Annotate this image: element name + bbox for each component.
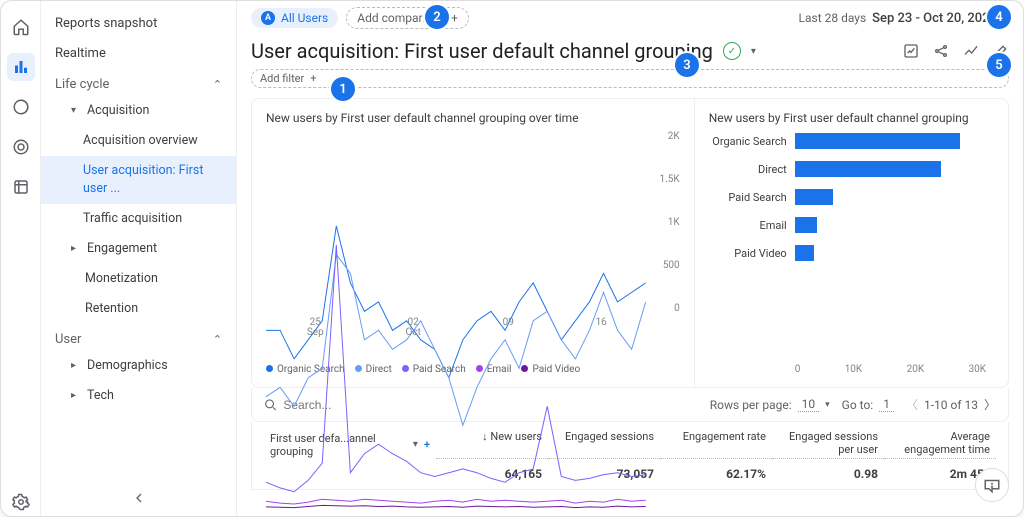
goto-value[interactable]: 1 bbox=[879, 397, 894, 412]
sidebar-demographics[interactable]: ▸ Demographics bbox=[41, 351, 236, 381]
sidebar-user-acquisition[interactable]: User acquisition: First user ... bbox=[41, 156, 236, 204]
sidebar-realtime[interactable]: Realtime bbox=[41, 39, 236, 69]
insights-icon[interactable] bbox=[903, 43, 919, 59]
add-comparison-button[interactable]: Add comparison + bbox=[346, 7, 469, 29]
bar-label: Paid Search bbox=[709, 191, 787, 204]
sidebar-retention[interactable]: Retention bbox=[41, 294, 236, 324]
reports-icon[interactable] bbox=[7, 53, 35, 81]
sidebar-item-label: Acquisition bbox=[87, 102, 149, 120]
x-axis-ticks: 25Sep 02Oct 09 16 bbox=[266, 318, 648, 338]
sidebar-acquisition[interactable]: ▾ Acquisition bbox=[41, 96, 236, 126]
chevron-left-icon[interactable]: 〈 bbox=[906, 396, 918, 413]
col-sessions-per-user[interactable]: Engaged sessions per user bbox=[772, 430, 884, 459]
sidebar-monetization[interactable]: Monetization bbox=[41, 264, 236, 294]
sidebar-item-label: Demographics bbox=[87, 357, 168, 375]
chevron-up-icon: ⌃ bbox=[213, 333, 222, 346]
sidebar-traffic-acq[interactable]: Traffic acquisition bbox=[41, 204, 236, 234]
cell-engagement-rate: 62.17% bbox=[660, 467, 772, 481]
main-content: A All Users Add comparison + Last 28 day… bbox=[237, 1, 1023, 516]
bar-chart-plot: Organic Search Direct Paid Search Email Paid… bbox=[709, 133, 994, 362]
bar-row: Paid Video bbox=[709, 245, 986, 261]
bar-label: Direct bbox=[709, 163, 787, 176]
library-icon[interactable] bbox=[7, 173, 35, 201]
chevron-down-icon: ▾ bbox=[825, 400, 830, 410]
bar-label: Email bbox=[709, 219, 787, 232]
bar-label: Paid Video bbox=[709, 247, 787, 260]
caret-right-icon: ▸ bbox=[71, 387, 83, 405]
callout-3: 3 bbox=[675, 53, 699, 77]
sidebar-reports-snapshot[interactable]: Reports snapshot bbox=[41, 9, 236, 39]
callout-2: 2 bbox=[425, 5, 449, 29]
chevron-right-icon[interactable]: 〉 bbox=[984, 396, 996, 413]
bar-x-axis: 0 10K 20K 30K bbox=[795, 364, 994, 375]
sidebar-section-user[interactable]: User ⌃ bbox=[41, 324, 236, 351]
add-filter-button[interactable]: Add filter + bbox=[251, 69, 1009, 88]
sidebar-acq-overview[interactable]: Acquisition overview bbox=[41, 126, 236, 156]
segment-badge-icon: A bbox=[261, 11, 275, 25]
share-icon[interactable] bbox=[933, 43, 949, 59]
date-range-picker[interactable]: Last 28 days Sep 23 - Oct 20, 2022 ▾ bbox=[799, 11, 1009, 26]
callout-1: 1 bbox=[331, 77, 355, 101]
rows-per-page-value[interactable]: 10 bbox=[798, 397, 820, 412]
bar-chart-card: New users by First user default channel … bbox=[695, 99, 1008, 387]
explore-icon[interactable] bbox=[7, 93, 35, 121]
plus-icon: + bbox=[310, 72, 316, 85]
callout-5: 5 bbox=[987, 53, 1011, 77]
bar-row: Organic Search bbox=[709, 133, 986, 149]
segment-all-users[interactable]: A All Users bbox=[251, 8, 338, 28]
chart-title: New users by First user default channel … bbox=[709, 111, 994, 125]
rows-per-page-label: Rows per page: bbox=[710, 398, 792, 412]
plus-icon: + bbox=[451, 11, 458, 25]
trend-icon[interactable] bbox=[963, 43, 979, 59]
bar-row: Direct bbox=[709, 161, 986, 177]
col-avg-time[interactable]: Average engagement time bbox=[884, 430, 996, 459]
callout-4: 4 bbox=[987, 5, 1011, 29]
sidebar-engagement[interactable]: ▸ Engagement bbox=[41, 234, 236, 264]
caret-right-icon: ▸ bbox=[71, 357, 83, 375]
bar-row: Paid Search bbox=[709, 189, 986, 205]
segment-label: All Users bbox=[281, 11, 328, 25]
sidebar-item-label: Engagement bbox=[87, 240, 157, 258]
page-title: User acquisition: First user default cha… bbox=[251, 39, 713, 63]
chevron-up-icon: ⌃ bbox=[213, 78, 222, 91]
home-icon[interactable] bbox=[7, 13, 35, 41]
page-range: 1-10 of 13 bbox=[924, 398, 978, 412]
y-axis-ticks: 2K 1.5K 1K 500 0 bbox=[648, 131, 680, 314]
status-check-icon[interactable]: ✓ bbox=[723, 42, 741, 60]
date-range-value: Sep 23 - Oct 20, 2022 bbox=[872, 11, 997, 26]
gear-icon[interactable] bbox=[7, 488, 35, 516]
col-engagement-rate[interactable]: Engagement rate bbox=[660, 430, 772, 459]
collapse-sidebar-icon[interactable] bbox=[131, 490, 147, 506]
ads-icon[interactable] bbox=[7, 133, 35, 161]
add-filter-label: Add filter bbox=[260, 72, 304, 85]
feedback-button[interactable] bbox=[975, 468, 1009, 502]
chart-title: New users by First user default channel … bbox=[266, 111, 680, 125]
sidebar-section-label: Life cycle bbox=[55, 77, 109, 92]
chevron-down-icon[interactable]: ▾ bbox=[751, 46, 756, 57]
sidebar-section-label: User bbox=[55, 332, 81, 347]
goto-label: Go to: bbox=[842, 398, 874, 412]
sidebar-section-lifecycle[interactable]: Life cycle ⌃ bbox=[41, 69, 236, 96]
date-range-prefix: Last 28 days bbox=[799, 11, 867, 25]
bar-row: Email bbox=[709, 217, 986, 233]
sidebar-item-label: Tech bbox=[87, 387, 114, 405]
bar-label: Organic Search bbox=[709, 135, 787, 148]
line-chart-card: New users by First user default channel … bbox=[252, 99, 695, 387]
caret-down-icon: ▾ bbox=[71, 102, 83, 120]
caret-right-icon: ▸ bbox=[71, 240, 83, 258]
cell-sessions-per-user: 0.98 bbox=[772, 467, 884, 481]
sidebar: Reports snapshot Realtime Life cycle ⌃ ▾… bbox=[41, 1, 237, 516]
sidebar-tech[interactable]: ▸ Tech bbox=[41, 381, 236, 411]
nav-rail bbox=[1, 1, 41, 516]
